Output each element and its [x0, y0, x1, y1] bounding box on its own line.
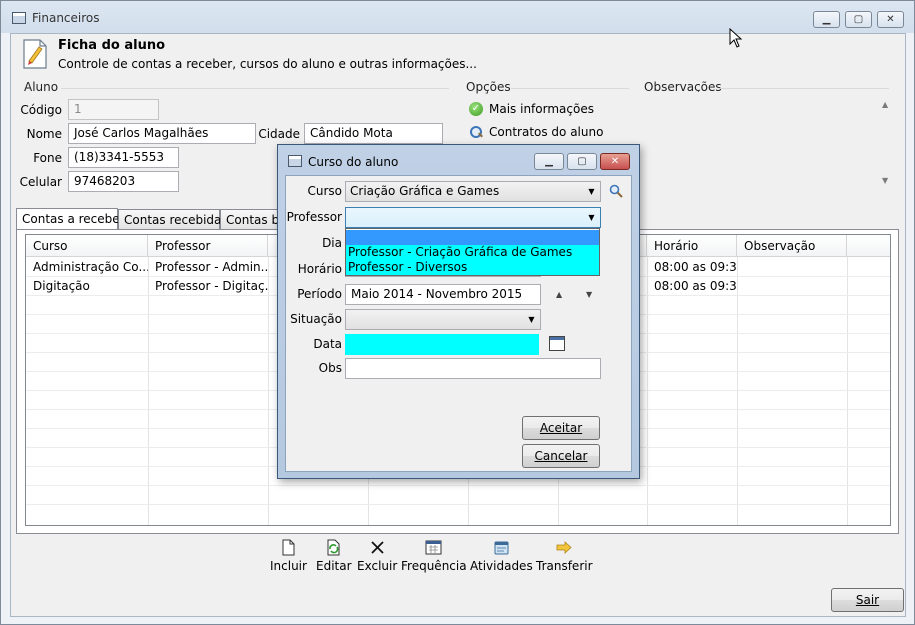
codigo-field[interactable]: 1 [68, 99, 159, 120]
professor-label: Professor [286, 210, 342, 224]
curso-combobox[interactable]: Criação Gráfica e Games ▼ [345, 181, 601, 202]
cell-horario: 08:00 as 09:30 [654, 279, 737, 293]
situacao-combobox[interactable]: ▼ [345, 309, 541, 330]
cell-curso: Digitação [33, 279, 90, 293]
sair-button[interactable]: Sair [831, 588, 904, 612]
scroll-up-icon[interactable]: ▲ [882, 100, 888, 109]
mouse-cursor-icon [729, 28, 743, 48]
celular-label: Celular [19, 175, 62, 189]
edit-refresh-icon [327, 539, 340, 556]
chevron-down-icon[interactable]: ▼ [583, 208, 600, 227]
fone-field[interactable]: (18)3341-5553 [68, 147, 179, 168]
edit-document-icon [23, 39, 47, 69]
data-field[interactable] [345, 334, 539, 355]
period-up-icon[interactable]: ▲ [556, 290, 562, 299]
window-title: Financeiros [32, 11, 100, 25]
column-header-horario[interactable]: Horário [647, 235, 737, 257]
frequencia-button[interactable]: Frequência [401, 539, 467, 573]
dropdown-highlight-row[interactable] [346, 230, 599, 245]
nome-label: Nome [26, 127, 62, 141]
column-header-professor[interactable]: Professor [148, 235, 268, 257]
cell-horario: 08:00 as 09:30 [654, 260, 737, 274]
scroll-down-icon[interactable]: ▼ [882, 176, 888, 185]
fone-label: Fone [33, 151, 62, 165]
check-circle-icon: ✓ [469, 102, 483, 116]
dialog-titlebar[interactable]: Curso do aluno ▁ ▢ ✕ [278, 145, 639, 175]
dia-label: Dia [322, 236, 342, 250]
obs-field[interactable] [345, 358, 601, 379]
aceitar-button[interactable]: Aceitar [522, 416, 600, 440]
aluno-group-label: Aluno [24, 80, 59, 94]
cell-professor: Professor - Admin... [155, 260, 268, 274]
observacoes-scrollbar[interactable]: ▲ ▼ [879, 98, 896, 190]
chevron-down-icon[interactable]: ▼ [523, 310, 540, 329]
dialog-close-button[interactable]: ✕ [600, 153, 630, 170]
arrow-right-icon [556, 541, 572, 554]
periodo-field[interactable]: Maio 2014 - Novembro 2015 [345, 284, 541, 305]
mais-informacoes-link[interactable]: ✓ Mais informações [469, 102, 594, 116]
obs-label: Obs [318, 361, 342, 375]
chevron-down-icon[interactable]: ▼ [583, 182, 600, 201]
dialog-title: Curso do aluno [308, 155, 399, 169]
minimize-button[interactable]: ▁ [813, 11, 840, 28]
main-titlebar[interactable]: Financeiros ▁ ▢ ✕ [1, 1, 914, 33]
excluir-button[interactable]: Excluir [357, 539, 397, 573]
incluir-button[interactable]: Incluir [270, 539, 307, 573]
nome-field[interactable]: José Carlos Magalhães [68, 123, 256, 144]
tab-contas-a-receber[interactable]: Contas a receber [16, 208, 125, 230]
professor-dropdown-list[interactable]: Professor - Criação Gráfica de Games Pro… [345, 228, 600, 276]
professor-combobox[interactable]: ▼ [345, 207, 601, 228]
tab-contas-recebidas[interactable]: Contas recebidas [118, 209, 228, 229]
curso-do-aluno-dialog: Curso do aluno ▁ ▢ ✕ Curso Criação Gráfi… [277, 144, 640, 479]
observacoes-textarea[interactable]: ▲ ▼ [635, 92, 896, 192]
new-document-icon [282, 539, 295, 556]
periodo-label: Período [297, 287, 342, 301]
cancelar-button[interactable]: Cancelar [522, 444, 600, 468]
cell-observacao [737, 258, 847, 277]
calendar-icon [425, 540, 442, 555]
notebook-icon [494, 541, 509, 555]
maximize-button[interactable]: ▢ [845, 11, 872, 28]
dialog-maximize-button[interactable]: ▢ [567, 153, 597, 170]
close-button[interactable]: ✕ [877, 11, 904, 28]
magnifier-icon [469, 125, 483, 139]
dialog-minimize-button[interactable]: ▁ [534, 153, 564, 170]
column-header-filler [847, 235, 890, 257]
list-item[interactable]: Professor - Diversos [346, 260, 599, 275]
dialog-client: Curso Criação Gráfica e Games ▼ Professo… [285, 175, 632, 472]
horario-label: Horário [297, 262, 342, 276]
editar-button[interactable]: Editar [316, 539, 352, 573]
situacao-label: Situação [290, 312, 342, 326]
celular-field[interactable]: 97468203 [68, 171, 179, 192]
codigo-label: Código [20, 103, 62, 117]
page-subtitle: Controle de contas a receber, cursos do … [58, 57, 477, 71]
cell-curso: Administração Co... [33, 260, 148, 274]
data-label: Data [313, 337, 342, 351]
tab-contas-bloqueadas[interactable]: Contas blo [220, 209, 282, 229]
search-curso-icon[interactable] [608, 183, 624, 199]
curso-label: Curso [307, 184, 342, 198]
opcoes-group-label: Opções [466, 80, 511, 94]
list-item[interactable]: Professor - Criação Gráfica de Games [346, 245, 599, 260]
observacoes-group-line [719, 88, 889, 89]
delete-x-icon [371, 541, 384, 554]
transferir-button[interactable]: Transferir [536, 539, 593, 573]
page-title: Ficha do aluno [58, 38, 166, 53]
cell-observacao [737, 277, 847, 296]
window-app-icon [12, 12, 26, 24]
column-header-curso[interactable]: Curso [26, 235, 148, 257]
atividades-button[interactable]: Atividades [470, 539, 533, 573]
calendar-picker-icon[interactable] [549, 336, 565, 351]
cidade-label: Cidade [258, 127, 300, 141]
contratos-do-aluno-link[interactable]: Contratos do aluno [469, 125, 603, 139]
period-down-icon[interactable]: ▼ [586, 290, 592, 299]
cidade-field[interactable]: Cândido Mota [304, 123, 443, 144]
dialog-app-icon [288, 155, 302, 167]
column-header-observacao[interactable]: Observação [737, 235, 847, 257]
aluno-group-line [61, 88, 449, 89]
cell-professor: Professor - Digitaç... [155, 279, 268, 293]
opcoes-group-line [511, 88, 629, 89]
